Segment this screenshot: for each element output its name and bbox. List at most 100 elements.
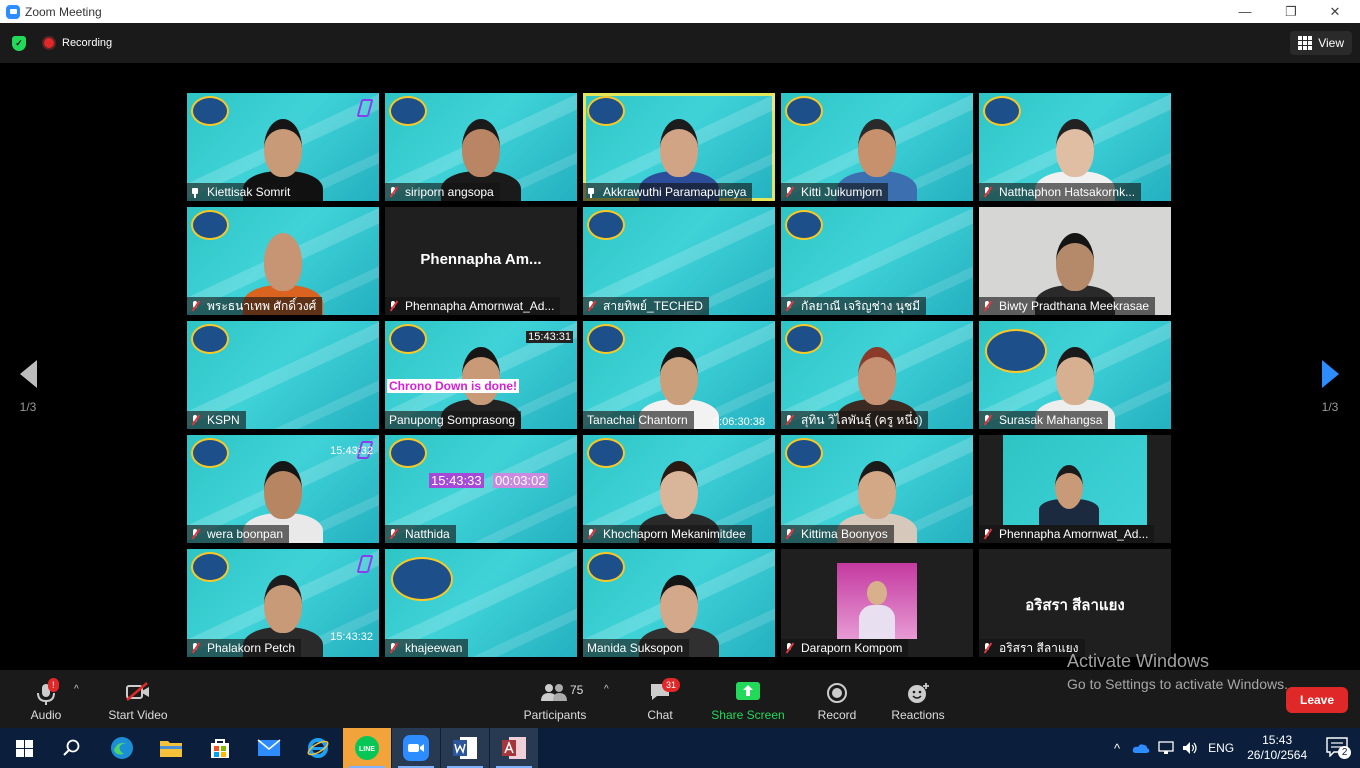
network-icon[interactable] — [1158, 741, 1174, 755]
chat-button[interactable]: 31 Chat — [640, 676, 681, 724]
leave-button[interactable]: Leave — [1286, 687, 1348, 713]
taskbar-mail[interactable] — [245, 728, 293, 768]
participant-name: Khochaporn Mekanimitdee — [603, 527, 746, 541]
video-tile[interactable]: Phennapha Amornwat_Ad... — [979, 435, 1171, 543]
muted-mic-icon — [191, 415, 199, 425]
taskbar-internet-explorer[interactable] — [294, 728, 342, 768]
video-tile[interactable]: 15:43:32 Phalakorn Petch — [187, 549, 379, 657]
start-button[interactable] — [0, 728, 48, 768]
profile-photo — [837, 563, 917, 639]
audio-button[interactable]: ! Audio — [24, 676, 68, 724]
taskbar-word[interactable] — [441, 728, 489, 768]
taskbar-edge[interactable] — [98, 728, 146, 768]
recording-indicator[interactable]: Recording — [42, 34, 112, 52]
notification-center-button[interactable]: 2 — [1326, 737, 1352, 759]
video-tile[interactable]: Biwty Pradthana Meekrasae — [979, 207, 1171, 315]
recording-dot-icon — [42, 36, 56, 50]
view-button[interactable]: View — [1290, 31, 1352, 55]
event-logo-icon — [389, 438, 427, 468]
window-titlebar: Zoom Meeting — ❐ ✕ — [0, 0, 1360, 23]
video-tile[interactable]: siriporn angsopa — [385, 93, 577, 201]
taskbar-store[interactable] — [196, 728, 244, 768]
access-app-icon — [502, 737, 526, 759]
video-tile[interactable]: khajeewan — [385, 549, 577, 657]
participants-button[interactable]: 75 Participants — [520, 676, 590, 724]
muted-mic-icon — [983, 529, 991, 539]
participant-name: สายทิพย์_TECHED — [603, 298, 703, 313]
maximize-button[interactable]: ❐ — [1268, 0, 1314, 23]
taskbar-access[interactable] — [490, 728, 538, 768]
participant-name: wera boonpan — [207, 527, 284, 541]
participant-nameplate: พระธนาเทพ ศักดิ์วงศ์ — [187, 297, 323, 315]
participant-nameplate: Kitti Juikumjorn — [781, 183, 889, 201]
audio-options-caret-icon[interactable]: ^ — [74, 684, 79, 695]
video-tile[interactable]: Surasak Mahangsa — [979, 321, 1171, 429]
participant-name: กัลยาณี เจริญช่าง นุชมี — [801, 298, 920, 313]
muted-mic-icon — [983, 643, 991, 653]
video-tile[interactable]: Kiettisak Somrit — [187, 93, 379, 201]
reactions-button[interactable]: Reactions — [888, 676, 948, 724]
video-tile[interactable]: 15:43:33 00:03:02 Natthida — [385, 435, 577, 543]
clock[interactable]: 15:43 26/10/2564 — [1246, 733, 1308, 763]
minimize-button[interactable]: — — [1222, 0, 1268, 23]
chevron-up-icon[interactable]: ^ — [1114, 741, 1120, 756]
video-tile[interactable]: สายทิพย์_TECHED — [583, 207, 775, 315]
close-button[interactable]: ✕ — [1312, 0, 1358, 23]
participant-name: พระธนาเทพ ศักดิ์วงศ์ — [207, 298, 317, 313]
clock-overlay-text: 15:43:32 — [330, 631, 373, 643]
taskbar-line[interactable]: LINE — [343, 728, 391, 768]
input-language[interactable]: ENG — [1208, 741, 1234, 755]
muted-mic-icon — [785, 301, 793, 311]
video-tile[interactable]: พระธนาเทพ ศักดิ์วงศ์ — [187, 207, 379, 315]
arrow-right-icon — [1321, 360, 1339, 388]
taskbar-search-button[interactable] — [48, 728, 96, 768]
taskbar-file-explorer[interactable] — [147, 728, 195, 768]
muted-mic-icon — [587, 529, 595, 539]
start-video-label: Start Video — [108, 708, 168, 722]
start-video-button[interactable]: Start Video — [104, 676, 172, 724]
participants-options-caret-icon[interactable]: ^ — [604, 684, 609, 695]
security-shield-icon[interactable]: ✓ — [12, 36, 26, 51]
onedrive-cloud-icon[interactable] — [1132, 742, 1150, 754]
participant-name: Phennapha Amornwat_Ad... — [405, 299, 555, 313]
gallery-stage: 1/3 1/3 Kiettisak Somrit siriporn angsopa… — [0, 63, 1360, 670]
muted-mic-icon — [983, 301, 991, 311]
muted-mic-icon — [191, 643, 199, 653]
event-logo-icon — [191, 324, 229, 354]
video-tile[interactable]: กัลยาณี เจริญช่าง นุชมี — [781, 207, 973, 315]
system-tray: ^ ENG 15:43 26/10/2564 2 — [1114, 728, 1352, 768]
record-button[interactable]: Record — [814, 676, 860, 724]
video-tile[interactable]: Akkrawuthi Paramapuneya — [583, 93, 775, 201]
participant-nameplate: Phennapha Amornwat_Ad... — [385, 297, 561, 315]
pin-icon — [587, 187, 595, 198]
clock-overlay-text: 15:43:31 — [526, 331, 573, 343]
video-tile[interactable]: Manida Suksopon — [583, 549, 775, 657]
participant-nameplate: Tanachai Chantorn — [583, 411, 694, 429]
video-tile[interactable]: Daraporn Kompom — [781, 549, 973, 657]
video-tile[interactable]: 15:43:32 wera boonpan — [187, 435, 379, 543]
speaker-volume-icon[interactable] — [1182, 741, 1198, 755]
windows-taskbar: LINE ^ ENG 15:43 26/10/2564 2 — [0, 728, 1360, 768]
video-tile[interactable]: Chrono Down is done! 15:43:31 Panupong Som… — [385, 321, 577, 429]
clock-time: 15:43 — [1262, 733, 1293, 747]
next-page-button[interactable]: 1/3 — [1310, 360, 1350, 414]
mail-envelope-icon — [257, 739, 281, 756]
video-tile[interactable]: 0:06:30:38 Tanachai Chantorn — [583, 321, 775, 429]
participant-name: Phalakorn Petch — [207, 641, 296, 655]
participant-name: Kitti Juikumjorn — [801, 185, 883, 199]
taskbar-zoom[interactable] — [392, 728, 440, 768]
video-tile[interactable]: สุทิน วิไลพันธุ์ (ครู หนึ่ง) — [781, 321, 973, 429]
video-tile[interactable]: Kittima Boonyos — [781, 435, 973, 543]
participant-display-name: อริสรา สีลาแยง — [1025, 597, 1125, 614]
share-screen-button[interactable]: Share Screen — [710, 676, 786, 724]
participant-nameplate: สายทิพย์_TECHED — [583, 297, 709, 315]
prev-page-button[interactable]: 1/3 — [8, 360, 48, 414]
video-tile[interactable]: Natthaphon Hatsakornk... — [979, 93, 1171, 201]
page-indicator-right: 1/3 — [1321, 400, 1339, 414]
video-tile[interactable]: KSPN — [187, 321, 379, 429]
video-tile[interactable]: Khochaporn Mekanimitdee — [583, 435, 775, 543]
muted-mic-icon — [389, 643, 397, 653]
video-tile[interactable]: อริสรา สีลาแยง อริสรา สีลาแยง — [979, 549, 1171, 657]
video-tile[interactable]: Phennapha Am... Phennapha Amornwat_Ad... — [385, 207, 577, 315]
video-tile[interactable]: Kitti Juikumjorn — [781, 93, 973, 201]
